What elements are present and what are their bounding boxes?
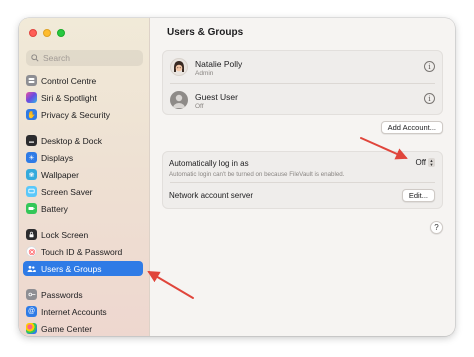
guest-avatar bbox=[170, 91, 188, 109]
edit-button[interactable]: Edit... bbox=[401, 189, 435, 202]
dock-icon bbox=[26, 135, 37, 146]
siri-icon bbox=[26, 92, 37, 103]
users-list: Natalie Polly Admin i Guest User Off i bbox=[162, 50, 443, 115]
sidebar-item-battery[interactable]: Battery bbox=[23, 201, 143, 216]
sidebar-item-label: Lock Screen bbox=[41, 229, 89, 240]
memoji-avatar bbox=[170, 58, 188, 76]
sidebar-item-label: Siri & Spotlight bbox=[41, 92, 97, 103]
auto-login-value: Off bbox=[415, 158, 426, 167]
main-pane: Users & Groups Natalie Polly Admin i Gue… bbox=[150, 18, 455, 336]
chevron-updown-icon: ▲ ▼ bbox=[428, 157, 435, 167]
control-centre-icon bbox=[26, 75, 37, 86]
sidebar-item-wallpaper[interactable]: ❀ Wallpaper bbox=[23, 167, 143, 182]
user-role: Admin bbox=[195, 70, 214, 77]
key-icon bbox=[26, 289, 37, 300]
search-input[interactable] bbox=[43, 53, 133, 63]
fingerprint-icon bbox=[26, 246, 37, 257]
sidebar-item-label: Game Center bbox=[41, 323, 93, 334]
close-button[interactable] bbox=[29, 29, 37, 37]
search-icon bbox=[31, 54, 39, 62]
at-icon: @ bbox=[26, 306, 37, 317]
window-controls bbox=[29, 29, 65, 37]
sidebar-item-label: Passwords bbox=[41, 289, 83, 300]
auto-login-select[interactable]: Off ▲ ▼ bbox=[415, 158, 435, 167]
search-field[interactable] bbox=[26, 50, 143, 66]
sidebar: Control Centre Siri & Spotlight ✋ Privac… bbox=[19, 18, 150, 336]
sidebar-item-users-groups[interactable]: Users & Groups bbox=[23, 261, 143, 276]
screen-saver-icon bbox=[26, 186, 37, 197]
game-center-icon bbox=[26, 323, 37, 334]
hand-icon: ✋ bbox=[26, 109, 37, 120]
sidebar-item-touch-id[interactable]: Touch ID & Password bbox=[23, 244, 143, 259]
user-name: Guest User bbox=[195, 92, 238, 102]
wallpaper-icon: ❀ bbox=[26, 169, 37, 180]
sidebar-item-label: Wallpaper bbox=[41, 169, 79, 180]
settings-window: Control Centre Siri & Spotlight ✋ Privac… bbox=[19, 18, 455, 336]
battery-icon bbox=[26, 203, 37, 214]
sidebar-item-control-centre[interactable]: Control Centre bbox=[23, 73, 143, 88]
minimize-button[interactable] bbox=[43, 29, 51, 37]
sidebar-item-label: Internet Accounts bbox=[41, 306, 107, 317]
sidebar-item-internet-accounts[interactable]: @ Internet Accounts bbox=[23, 304, 143, 319]
users-icon bbox=[26, 263, 37, 274]
network-server-label: Network account server bbox=[169, 191, 254, 200]
lock-icon bbox=[26, 229, 37, 240]
user-row-guest[interactable]: Guest User Off i bbox=[163, 84, 442, 116]
sidebar-item-label: Users & Groups bbox=[41, 263, 102, 274]
sidebar-item-label: Displays bbox=[41, 152, 74, 163]
user-row-natalie[interactable]: Natalie Polly Admin i bbox=[163, 51, 442, 83]
sidebar-item-label: Battery bbox=[41, 203, 68, 214]
sidebar-item-passwords[interactable]: Passwords bbox=[23, 287, 143, 302]
sidebar-item-label: Screen Saver bbox=[41, 186, 93, 197]
help-button[interactable]: ? bbox=[430, 221, 443, 234]
sidebar-item-label: Touch ID & Password bbox=[41, 246, 123, 257]
login-settings: Automatically log in as Off ▲ ▼ Automatic… bbox=[162, 151, 443, 209]
auto-login-label: Automatically log in as bbox=[169, 159, 249, 168]
sidebar-item-privacy-security[interactable]: ✋ Privacy & Security bbox=[23, 107, 143, 122]
sidebar-item-lock-screen[interactable]: Lock Screen bbox=[23, 227, 143, 242]
user-role: Off bbox=[195, 103, 204, 110]
sidebar-item-label: Control Centre bbox=[41, 75, 97, 86]
page-title: Users & Groups bbox=[167, 27, 244, 38]
sidebar-item-siri-spotlight[interactable]: Siri & Spotlight bbox=[23, 90, 143, 105]
sidebar-item-label: Privacy & Security bbox=[41, 109, 110, 120]
add-account-button[interactable]: Add Account... bbox=[380, 121, 443, 134]
zoom-button[interactable] bbox=[57, 29, 65, 37]
sidebar-item-screen-saver[interactable]: Screen Saver bbox=[23, 184, 143, 199]
user-name: Natalie Polly bbox=[195, 59, 243, 69]
sidebar-item-displays[interactable]: ☀ Displays bbox=[23, 150, 143, 165]
sidebar-item-game-center[interactable]: Game Center bbox=[23, 321, 143, 336]
sidebar-item-label: Desktop & Dock bbox=[41, 135, 102, 146]
auto-login-note: Automatic login can't be turned on becau… bbox=[169, 171, 345, 178]
sidebar-item-desktop-dock[interactable]: Desktop & Dock bbox=[23, 133, 143, 148]
info-icon[interactable]: i bbox=[424, 61, 435, 72]
divider bbox=[170, 182, 435, 183]
display-icon: ☀ bbox=[26, 152, 37, 163]
info-icon[interactable]: i bbox=[424, 93, 435, 104]
